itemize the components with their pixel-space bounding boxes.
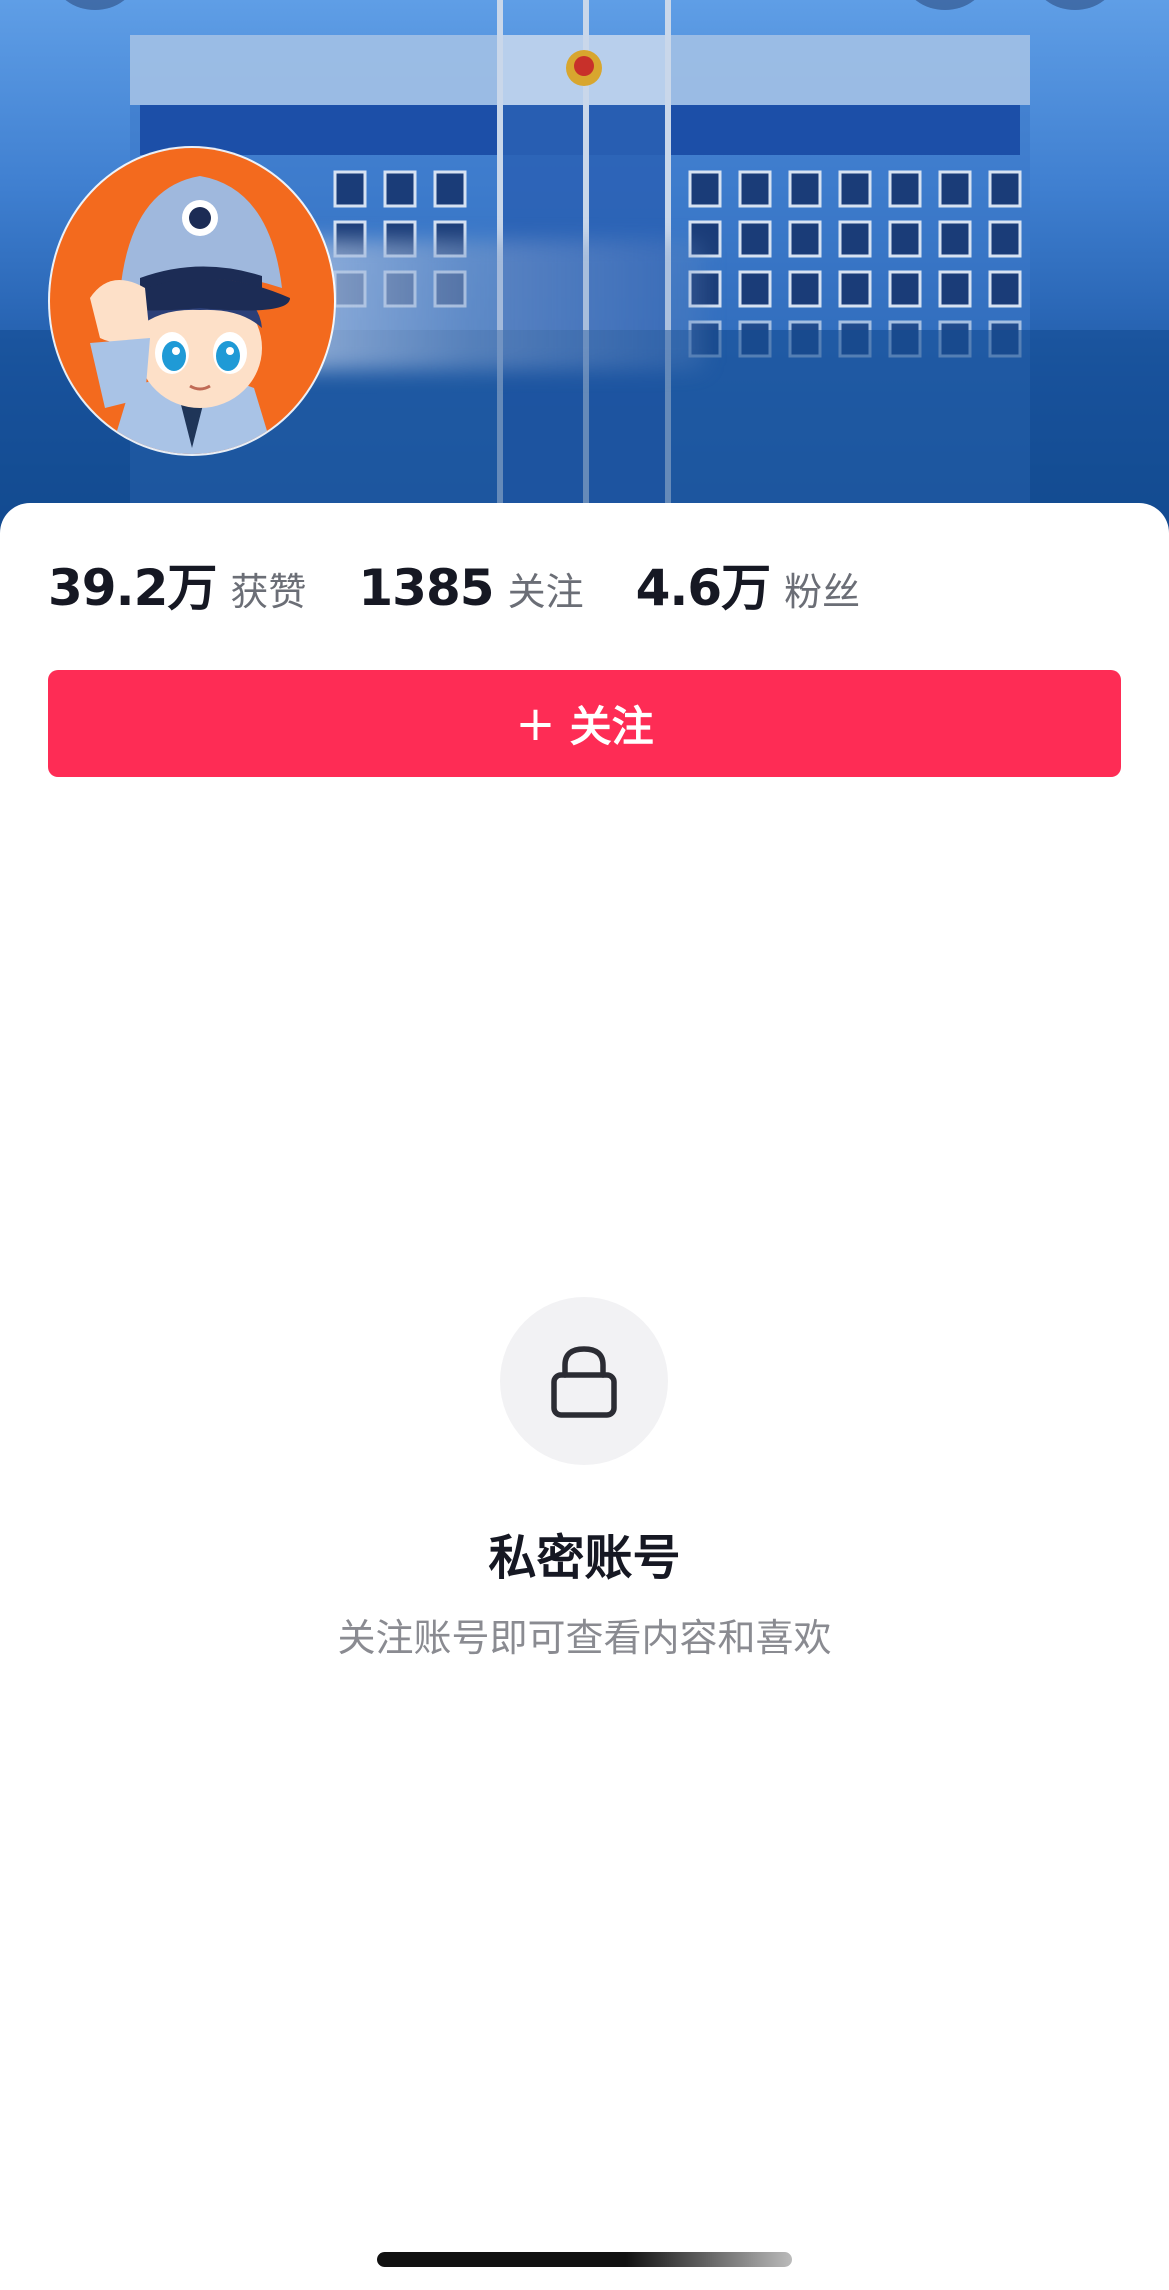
plus-icon: + (515, 695, 556, 752)
avatar[interactable] (50, 148, 334, 454)
private-account-subtitle: 关注账号即可查看内容和喜欢 (337, 1616, 832, 1660)
follow-button-label: 关注 (569, 702, 654, 751)
police-mascot-icon (50, 148, 334, 454)
private-account-title: 私密账号 (488, 1530, 681, 1586)
follow-button[interactable]: + 关注 (48, 670, 1121, 777)
following-count: 1385 (358, 559, 494, 617)
lock-badge (500, 1297, 668, 1465)
home-indicator[interactable] (377, 2252, 792, 2267)
likes-label: 获赞 (230, 570, 307, 614)
likes-count: 39.2万 (48, 559, 217, 617)
stats-row: 39.2万 获赞 1385 关注 4.6万 粉丝 (48, 548, 860, 618)
cover-image (0, 0, 1169, 540)
followers-label: 粉丝 (784, 570, 861, 614)
stat-following[interactable]: 1385 关注 (358, 559, 583, 617)
profile-page: 39.2万 获赞 1385 关注 4.6万 粉丝 + 关注 私密账号 关注账号即… (0, 0, 1169, 2290)
stat-likes[interactable]: 39.2万 获赞 (48, 548, 306, 620)
followers-count: 4.6万 (635, 559, 772, 617)
stat-followers[interactable]: 4.6万 粉丝 (636, 548, 861, 620)
following-label: 关注 (507, 570, 584, 614)
lock-icon (551, 1346, 617, 1418)
